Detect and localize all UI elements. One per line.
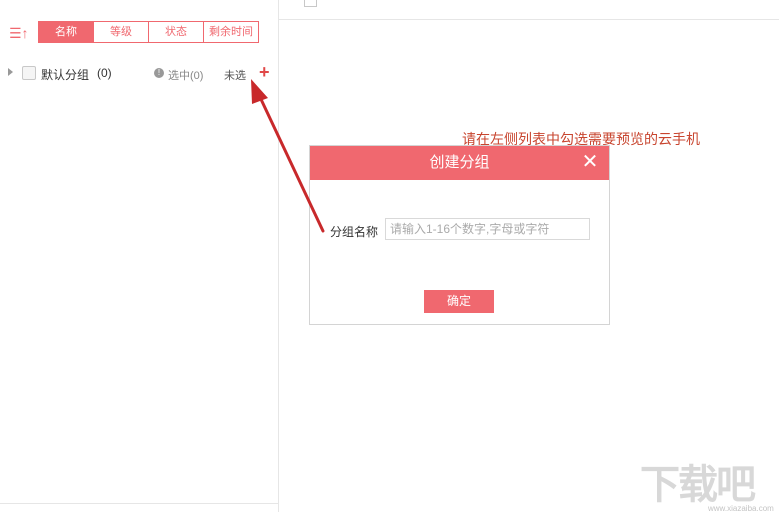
unselected-link[interactable]: 未选	[224, 67, 246, 83]
group-row-default[interactable]: 默认分组 (0) ! 选中(0) 未选 +	[0, 62, 278, 84]
left-panel: ☰↑ 名称 等级 状态 剩余时间 默认分组 (0) ! 选中(0) 未选 +	[0, 0, 279, 512]
sort-tabs: 名称 等级 状态 剩余时间	[38, 21, 259, 43]
confirm-button[interactable]: 确定	[424, 290, 494, 313]
create-group-dialog: 创建分组 ✕ 分组名称 确定	[309, 145, 610, 325]
selected-count[interactable]: 选中(0)	[168, 67, 203, 83]
dialog-header: 创建分组 ✕	[310, 146, 609, 180]
expand-arrow-icon[interactable]	[8, 68, 13, 76]
sort-icon[interactable]: ☰↑	[9, 24, 29, 42]
divider	[279, 19, 779, 20]
watermark-text: 下载吧	[640, 463, 756, 507]
group-name-input[interactable]	[385, 218, 590, 240]
dialog-title: 创建分组	[429, 154, 490, 171]
group-name-label: 分组名称	[330, 225, 379, 239]
tab-status[interactable]: 状态	[148, 21, 204, 43]
add-group-icon[interactable]: +	[259, 62, 270, 82]
tab-remaining-time[interactable]: 剩余时间	[203, 21, 259, 43]
close-icon[interactable]: ✕	[581, 152, 599, 172]
group-checkbox[interactable]	[22, 66, 36, 80]
tab-name[interactable]: 名称	[38, 21, 94, 43]
top-checkbox[interactable]	[304, 0, 317, 7]
divider	[0, 503, 278, 504]
info-icon: !	[154, 68, 164, 78]
group-count: (0)	[97, 66, 112, 80]
watermark-logo: 下载吧 www.xiazaiba.com	[640, 452, 775, 513]
tab-level[interactable]: 等级	[93, 21, 149, 43]
group-name: 默认分组	[41, 68, 90, 82]
